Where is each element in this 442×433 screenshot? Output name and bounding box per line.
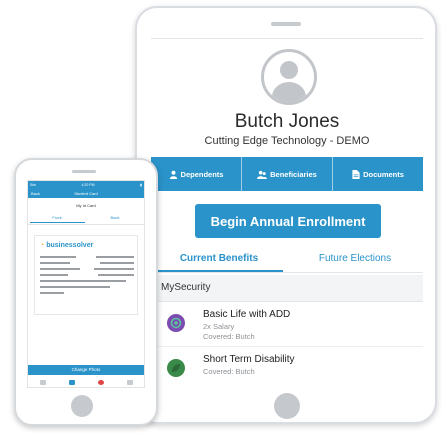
tab-current-benefits[interactable]: Current Benefits — [151, 253, 287, 264]
profile-name: Butch Jones — [234, 111, 340, 132]
id-card-title: My Id Card — [76, 203, 96, 208]
phone-status-bar: Sim 4:20 PM ▮ — [28, 181, 144, 188]
battery-icon: ▮ — [140, 182, 142, 187]
benefit-coverage: Covered: Butch — [203, 332, 255, 341]
person-icon — [169, 170, 177, 179]
leaf-icon — [172, 364, 180, 372]
benefit-item[interactable]: Short Term Disability Covered: Butch — [151, 347, 423, 387]
shield-icon — [170, 317, 182, 329]
tab-front[interactable]: Front — [28, 215, 86, 220]
benefit-detail: 2x Salary — [203, 322, 235, 331]
benefit-badge — [167, 314, 185, 332]
tablet-device: Butch Jones Cutting Edge Technology - DE… — [135, 6, 437, 424]
divider — [28, 224, 144, 225]
tablet-home-button[interactable] — [274, 393, 300, 419]
avatar-body-icon — [272, 82, 306, 102]
avatar[interactable] — [261, 49, 317, 105]
begin-annual-enrollment-button[interactable]: Begin Annual Enrollment — [195, 204, 381, 238]
home-tab-icon[interactable] — [39, 379, 46, 385]
tab-beneficiaries-label: Beneficiaries — [270, 169, 317, 179]
phone-bottom-nav — [28, 376, 144, 387]
phone-nav-title: Student Card — [74, 191, 98, 196]
people-icon — [257, 170, 268, 179]
active-tab-indicator — [30, 222, 85, 223]
tab-documents-label: Documents — [363, 169, 404, 179]
avatar-head-icon — [280, 61, 298, 79]
phone-device: Sim 4:20 PM ▮ Back Student Card My Id Ca… — [14, 158, 158, 426]
section-header: MySecurity — [151, 275, 423, 302]
benefit-title: Short Term Disability — [203, 354, 295, 365]
carrier-label: Sim — [30, 182, 37, 187]
alerts-tab-icon[interactable] — [97, 379, 104, 385]
tab-documents[interactable]: Documents — [332, 157, 423, 191]
divider — [151, 272, 423, 273]
change-photo-button[interactable]: Change Photo — [28, 365, 144, 375]
tablet-speaker — [271, 22, 301, 26]
tablet-screen: Butch Jones Cutting Edge Technology - DE… — [151, 38, 423, 387]
card-tab-icon[interactable] — [68, 379, 75, 385]
card-details — [40, 256, 134, 298]
benefit-coverage: Covered: Butch — [203, 367, 255, 376]
tab-back[interactable]: Back — [86, 215, 144, 220]
clock-label: 4:20 PM — [81, 182, 95, 187]
section-title: MySecurity — [161, 282, 211, 293]
id-card: ◔ businessolver — [34, 235, 138, 315]
tab-dependents-label: Dependents — [180, 169, 224, 179]
logo-text: businessolver — [46, 242, 94, 249]
phone-screen: Sim 4:20 PM ▮ Back Student Card My Id Ca… — [27, 180, 145, 388]
tab-beneficiaries[interactable]: Beneficiaries — [241, 157, 332, 191]
businessolver-logo: ◔ businessolver — [40, 242, 93, 249]
logo-mark-icon: ◔ — [40, 242, 45, 249]
benefit-title: Basic Life with ADD — [203, 309, 291, 320]
benefit-badge — [167, 359, 185, 377]
profile-tabbar: Dependents Beneficiaries Documents — [151, 157, 423, 191]
profile-company: Cutting Edge Technology - DEMO — [204, 135, 370, 147]
tab-dependents[interactable]: Dependents — [151, 157, 241, 191]
phone-home-button[interactable] — [71, 395, 93, 417]
document-icon — [352, 169, 360, 179]
benefit-item[interactable]: Basic Life with ADD 2x Salary Covered: B… — [151, 302, 423, 347]
tab-future-elections[interactable]: Future Elections — [287, 253, 423, 264]
phone-speaker — [72, 170, 96, 173]
phone-nav-bar: Back Student Card — [28, 188, 144, 198]
more-tab-icon[interactable] — [126, 379, 133, 385]
